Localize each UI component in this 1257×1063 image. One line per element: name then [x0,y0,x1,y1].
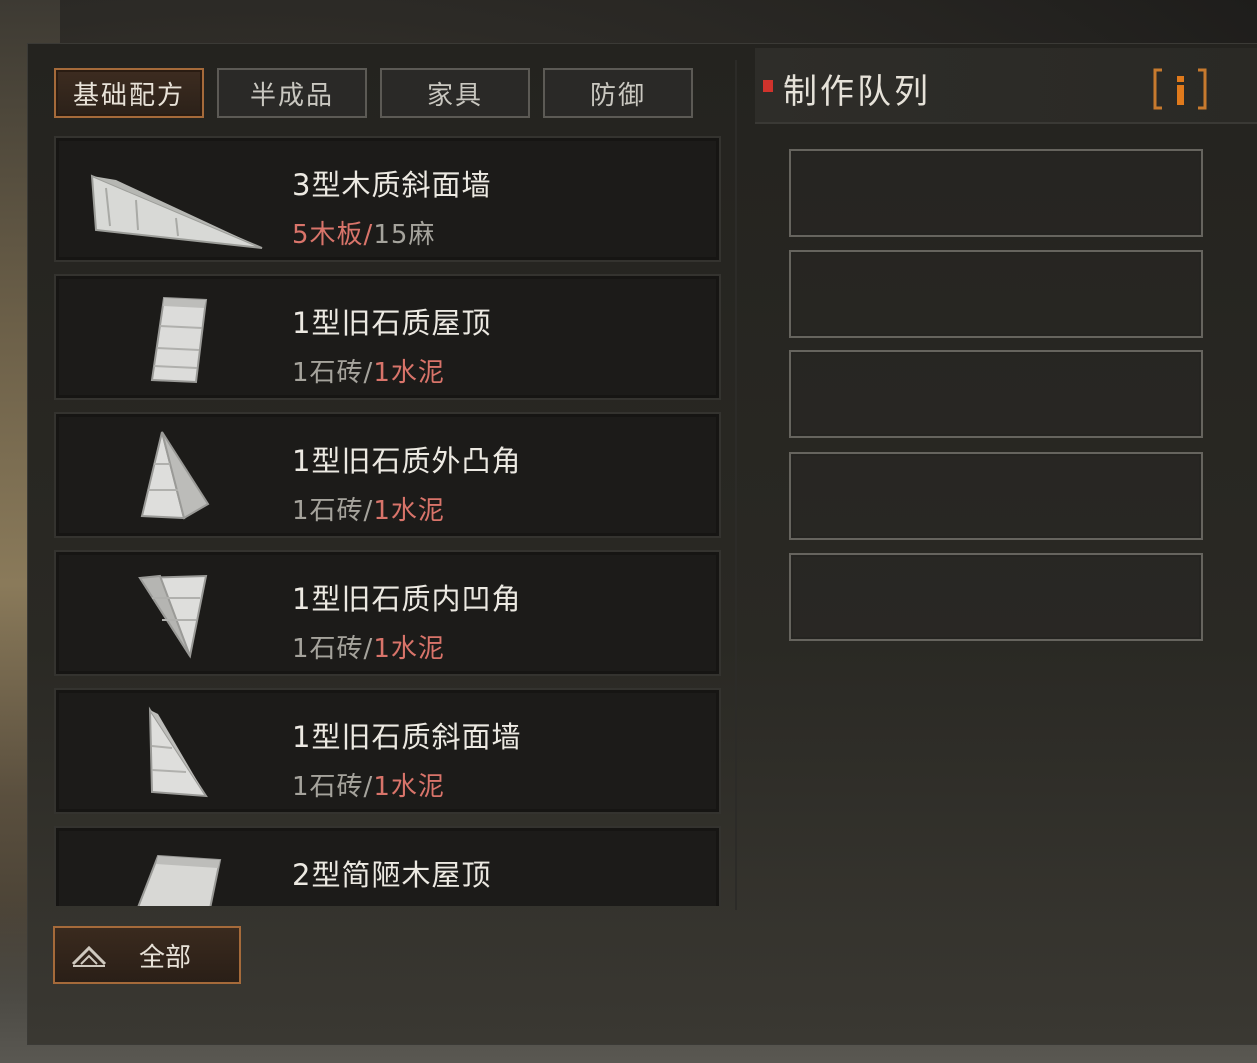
material-separator: / [363,634,374,664]
material-separator: / [363,496,374,526]
queue-slot[interactable] [789,250,1203,338]
queue-slot[interactable] [789,350,1203,438]
recipe-materials: 5木板/15麻 [292,214,435,251]
collapse-arrow-icon [71,945,107,967]
recipe-item[interactable]: 1型旧石质外凸角 1石砖/1水泥 [54,412,721,538]
tab-basic-recipes[interactable]: 基础配方 [54,68,204,118]
recipe-materials: 1石砖/1水泥 [292,766,445,803]
queue-marker-icon [763,80,773,92]
material-wood-plank: 5木板 [292,220,364,250]
material-stone-brick: 1石砖 [292,634,364,664]
material-stone-brick: 1石砖 [292,496,364,526]
wooden-slope-wall-icon [90,174,263,249]
material-separator: / [363,358,374,388]
stone-roof-icon [150,296,208,384]
recipe-name: 1型旧石质内凹角 [292,582,522,616]
recipe-list[interactable]: 3型木质斜面墙 5木板/15麻 1型旧石质屋顶 1石砖/1水泥 1型旧石质外凸角… [54,136,721,906]
recipe-item[interactable]: 1型旧石质斜面墙 1石砖/1水泥 [54,688,721,814]
wooden-roof-icon [137,854,222,906]
recipe-materials: 1石砖/1水泥 [292,352,445,389]
show-all-label: 全部 [139,942,192,973]
info-icon[interactable] [1152,68,1208,110]
material-cement: 1水泥 [373,496,445,526]
recipe-name: 2型简陋木屋顶 [292,858,492,892]
material-cement: 1水泥 [373,358,445,388]
material-stone-brick: 1石砖 [292,358,364,388]
recipe-item[interactable]: 1型旧石质屋顶 1石砖/1水泥 [54,274,721,400]
material-separator: / [363,220,374,250]
material-hemp: 15麻 [373,220,436,250]
tab-semi-finished[interactable]: 半成品 [217,68,367,118]
material-stone-brick: 1石砖 [292,772,364,802]
queue-title: 制作队列 [783,72,931,112]
recipe-materials: 1石砖/1水泥 [292,490,445,527]
stone-outer-corner-icon [140,431,210,520]
recipe-item[interactable]: 2型简陋木屋顶 [54,826,721,906]
panel-divider [735,60,737,910]
recipe-item[interactable]: 3型木质斜面墙 5木板/15麻 [54,136,721,262]
material-cement: 1水泥 [373,772,445,802]
queue-slot[interactable] [789,452,1203,540]
material-separator: / [363,772,374,802]
recipe-name: 3型木质斜面墙 [292,168,492,202]
recipe-name: 1型旧石质外凸角 [292,444,522,478]
category-tabs: 基础配方 半成品 家具 防御 [54,68,693,118]
tab-defense[interactable]: 防御 [543,68,693,118]
stone-inner-corner-icon [138,574,208,659]
material-cement: 1水泥 [373,634,445,664]
show-all-button[interactable]: 全部 [53,926,241,984]
tab-furniture[interactable]: 家具 [380,68,530,118]
recipe-name: 1型旧石质屋顶 [292,306,492,340]
queue-slot[interactable] [789,149,1203,237]
recipe-item[interactable]: 1型旧石质内凹角 1石砖/1水泥 [54,550,721,676]
queue-slot[interactable] [789,553,1203,641]
recipe-name: 1型旧石质斜面墙 [292,720,522,754]
stone-slope-wall-icon [148,706,208,798]
recipe-materials: 1石砖/1水泥 [292,628,445,665]
